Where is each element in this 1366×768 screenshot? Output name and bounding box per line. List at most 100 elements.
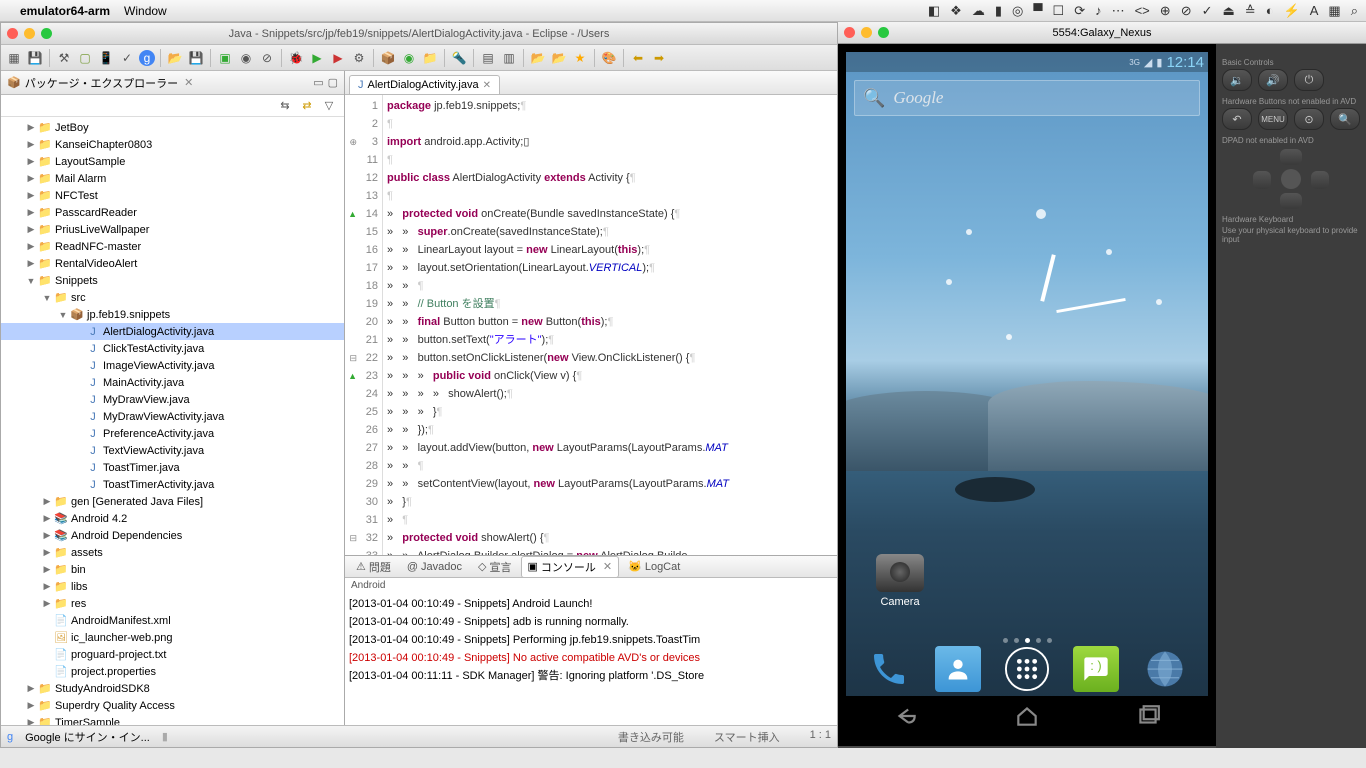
menubar-icon[interactable]: ◎ [1012, 3, 1023, 19]
color-icon[interactable]: 🎨 [600, 49, 618, 67]
minimize-button[interactable] [861, 27, 872, 38]
recent-button[interactable] [1135, 703, 1161, 732]
browser-app[interactable] [1142, 646, 1188, 692]
avd-icon[interactable]: 📱 [97, 49, 115, 67]
debug-icon[interactable]: 🐞 [287, 49, 305, 67]
tree-item[interactable]: JToastTimerActivity.java [1, 476, 344, 493]
editor-tab[interactable]: J AlertDialogActivity.java ✕ [349, 75, 500, 94]
save-all-icon[interactable]: 💾 [187, 49, 205, 67]
dpad-down[interactable] [1280, 193, 1302, 209]
save-icon[interactable]: 💾 [26, 49, 44, 67]
dpad-right[interactable] [1311, 171, 1329, 189]
tree-item[interactable]: ▶📚Android 4.2 [1, 510, 344, 527]
menubar-icon[interactable]: ✓ [1202, 3, 1213, 19]
code-editor[interactable]: 12⊕3111213▲1415161718192021⊟22▲232425262… [345, 95, 837, 555]
tree-item[interactable]: ▶📁TimerSample [1, 714, 344, 725]
menubar-icon[interactable]: ⊘ [1181, 3, 1192, 19]
menubar-icon[interactable]: ♪ [1095, 3, 1102, 18]
task-icon[interactable]: ◉ [237, 49, 255, 67]
tree-item[interactable]: ▶📁gen [Generated Java Files] [1, 493, 344, 510]
menubar-icon[interactable]: ▀ [1033, 3, 1042, 18]
eclipse-titlebar[interactable]: Java - Snippets/src/jp/feb19/snippets/Al… [1, 23, 837, 45]
tree-item[interactable]: JAlertDialogActivity.java [1, 323, 344, 340]
tab-close-icon[interactable]: ✕ [184, 76, 193, 89]
app-name[interactable]: emulator64-arm [20, 4, 110, 18]
tree-item[interactable]: JMyDrawView.java [1, 391, 344, 408]
menu-icon[interactable]: ▽ [320, 97, 338, 115]
home-hw-button[interactable]: ⊙ [1294, 108, 1324, 130]
console-tab[interactable]: ⚠問題 [349, 556, 398, 578]
dpad-up[interactable] [1280, 149, 1302, 165]
tree-item[interactable]: ▶📁bin [1, 561, 344, 578]
menubar-icon[interactable]: ≙ [1245, 3, 1256, 19]
menubar-icon[interactable]: ⊕ [1160, 3, 1171, 19]
project-tree[interactable]: ▶📁JetBoy▶📁KanseiChapter0803▶📁LayoutSampl… [1, 117, 344, 725]
menubar-icon[interactable]: ⚡ [1284, 3, 1300, 19]
back-icon[interactable]: ⬅ [629, 49, 647, 67]
new-class-icon[interactable]: ◉ [400, 49, 418, 67]
tree-item[interactable]: ▶📁NFCTest [1, 187, 344, 204]
toggle-icon[interactable]: ▤ [479, 49, 497, 67]
fwd-icon[interactable]: ➡ [650, 49, 668, 67]
new-icon[interactable]: ▦ [5, 49, 23, 67]
menu-hw-button[interactable]: MENU [1258, 108, 1288, 130]
close-button[interactable] [7, 28, 18, 39]
tree-item[interactable]: 🖼ic_launcher-web.png [1, 629, 344, 646]
tree-item[interactable]: ▶📁KanseiChapter0803 [1, 136, 344, 153]
back-button[interactable] [893, 703, 919, 732]
menubar-icon[interactable]: ▮ [995, 3, 1002, 19]
nav-icon[interactable]: 📂 [529, 49, 547, 67]
menubar-icon[interactable]: ☁ [972, 3, 985, 19]
toggle2-icon[interactable]: ▥ [500, 49, 518, 67]
back-hw-button[interactable]: ↶ [1222, 108, 1252, 130]
tree-item[interactable]: JClickTestActivity.java [1, 340, 344, 357]
messaging-app[interactable]: : ) [1073, 646, 1119, 692]
apps-drawer[interactable] [1004, 646, 1050, 692]
tree-item[interactable]: 📄AndroidManifest.xml [1, 612, 344, 629]
console-tab[interactable]: ▣コンソール✕ [521, 556, 620, 578]
run-last-icon[interactable]: ▶ [329, 49, 347, 67]
android-status-bar[interactable]: 3G ◢ ▮ 12:14 [846, 52, 1208, 72]
tree-item[interactable]: ▶📁JetBoy [1, 119, 344, 136]
check-icon[interactable]: ▣ [216, 49, 234, 67]
tree-item[interactable]: ▶📁libs [1, 578, 344, 595]
phone-screen[interactable]: 3G ◢ ▮ 12:14 🔍 Google [846, 52, 1208, 738]
open-icon[interactable]: 📂 [166, 49, 184, 67]
google-search-bar[interactable]: 🔍 Google [854, 80, 1200, 116]
ext-tools-icon[interactable]: ⚙ [350, 49, 368, 67]
tree-item[interactable]: ▶📁ReadNFC-master [1, 238, 344, 255]
menubar-icon[interactable]: ☐ [1053, 3, 1065, 19]
tree-item[interactable]: JMyDrawViewActivity.java [1, 408, 344, 425]
tree-item[interactable]: JMainActivity.java [1, 374, 344, 391]
tree-item[interactable]: ▶📁PriusLiveWallpaper [1, 221, 344, 238]
link-icon[interactable]: ⇄ [298, 97, 316, 115]
minimize-button[interactable] [24, 28, 35, 39]
google-icon[interactable]: g [7, 731, 13, 743]
vol-down-button[interactable]: 🔉 [1222, 69, 1252, 91]
tree-item[interactable]: ▶📁PasscardReader [1, 204, 344, 221]
skip-icon[interactable]: ⊘ [258, 49, 276, 67]
zoom-button[interactable] [878, 27, 889, 38]
menubar-icon[interactable]: <> [1135, 3, 1150, 18]
tree-item[interactable]: ▶📁LayoutSample [1, 153, 344, 170]
menubar-icon[interactable]: ▦ [1328, 3, 1340, 19]
new-folder-icon[interactable]: 📁 [421, 49, 439, 67]
tree-item[interactable]: ▶📚Android Dependencies [1, 527, 344, 544]
new-pkg-icon[interactable]: 📦 [379, 49, 397, 67]
tree-item[interactable]: ▶📁RentalVideoAlert [1, 255, 344, 272]
console-tab[interactable]: ◇宣言 [471, 556, 518, 578]
run-icon[interactable]: ▶ [308, 49, 326, 67]
status-text[interactable]: Google にサイン・イン... [25, 729, 150, 745]
tree-item[interactable]: 📄proguard-project.txt [1, 646, 344, 663]
zoom-button[interactable] [41, 28, 52, 39]
menu-window[interactable]: Window [124, 4, 167, 18]
lint-icon[interactable]: ✓ [118, 49, 136, 67]
nav2-icon[interactable]: 📂 [550, 49, 568, 67]
tree-item[interactable]: ▼📦jp.feb19.snippets [1, 306, 344, 323]
menubar-icon[interactable]: ❖ [950, 3, 962, 19]
home-button[interactable] [1014, 703, 1040, 732]
search-icon[interactable]: 🔦 [450, 49, 468, 67]
star-icon[interactable]: ★ [571, 49, 589, 67]
dpad-left[interactable] [1253, 171, 1271, 189]
tree-item[interactable]: JImageViewActivity.java [1, 357, 344, 374]
